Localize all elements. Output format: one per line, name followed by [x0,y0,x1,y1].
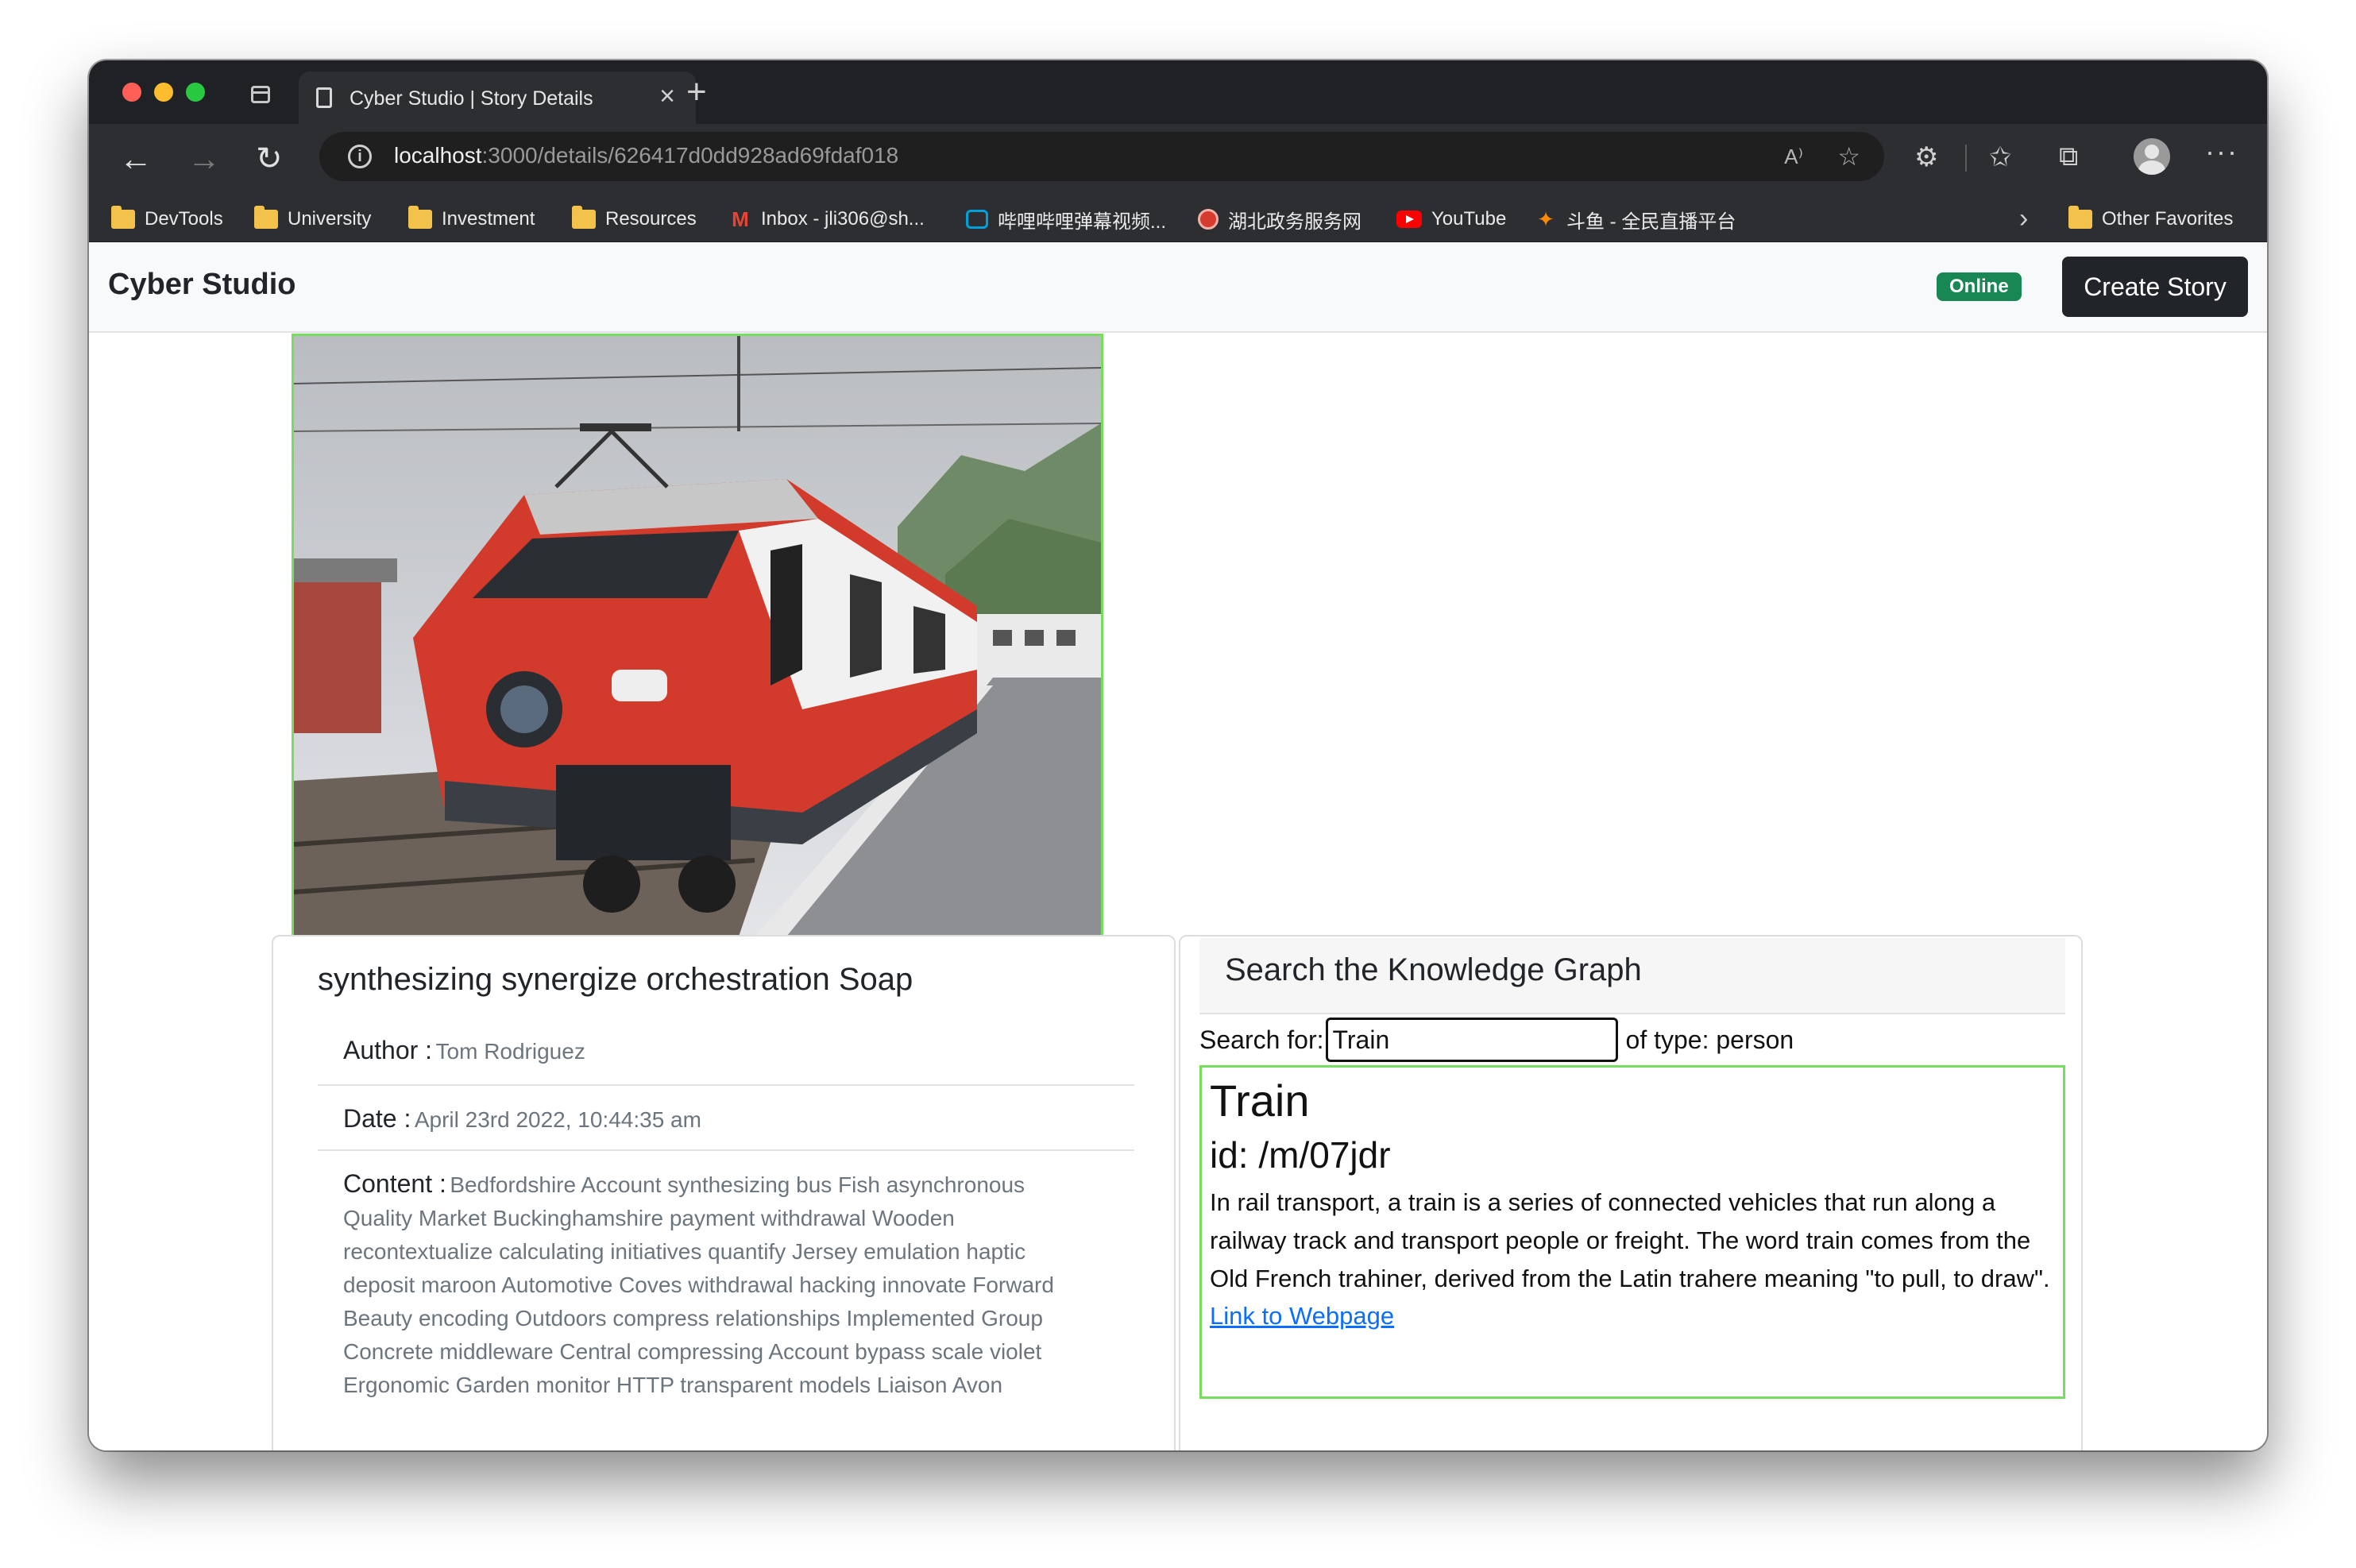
content-label: Content : [343,1169,446,1198]
bookmark-label: 斗鱼 - 全民直播平台 [1566,210,1736,233]
author-label: Author : [343,1036,433,1064]
close-tab-icon[interactable]: × [659,83,675,110]
bookmark-label: Other Favorites [2102,208,2234,230]
url-path: :3000/details/626417d0dd928ad69fdaf018 [481,143,899,168]
result-id: id: /m/07jdr [1210,1134,1391,1176]
knowledge-graph-title: Search the Knowledge Graph [1225,952,1642,987]
toolbar-divider [1965,145,1967,172]
status-badge: Online [1937,272,2022,301]
bilibili-icon [966,210,988,229]
webpage-link[interactable]: Link to Webpage [1210,1302,1394,1330]
result-description: In rail transport, a train is a series o… [1210,1188,2050,1292]
bookmark-investment[interactable]: Investment [408,206,535,232]
bookmark-devtools[interactable]: DevTools [111,206,223,232]
bookmark-other-favorites[interactable]: Other Favorites [2068,206,2234,232]
youtube-icon [1396,210,1422,228]
folder-icon [2068,206,2092,229]
site-info-icon[interactable]: i [348,145,372,168]
close-window-button[interactable] [122,83,141,102]
search-label: Search for: [1199,1025,1324,1054]
bookmarks-bar: DevTools University Investment Resources… [89,195,2267,242]
story-card: synthesizing synergize orchestration Soa… [272,935,1176,1450]
bookmark-inbox[interactable]: M Inbox - jli306@sh... [729,207,925,232]
address-bar[interactable]: i localhost:3000/details/626417d0dd928ad… [319,132,1884,181]
brand-logo[interactable]: Cyber Studio [108,268,295,302]
profile-avatar-icon[interactable] [2134,138,2170,175]
bookmark-label: YouTube [1431,208,1507,230]
url-text[interactable]: localhost:3000/details/626417d0dd928ad69… [394,143,898,168]
bookmark-label: Investment [442,208,535,230]
bookmark-label: 湖北政务服务网 [1228,210,1361,233]
gmail-icon: M [732,207,749,231]
folder-icon [111,206,135,229]
search-input[interactable] [1325,1018,1618,1062]
date-label: Date : [343,1104,411,1133]
knowledge-graph-header: Search the Knowledge Graph [1199,938,2065,1014]
bookmark-resources[interactable]: Resources [572,206,697,232]
page-icon [316,87,332,108]
browser-toolbar: ← → ↻ i localhost:3000/details/626417d0d… [89,124,2267,195]
author-value: Tom Rodriguez [435,1039,585,1064]
page-content: Cyber Studio Online Create Story synthes… [89,242,2267,1450]
collections-icon[interactable]: ⧉ [2059,141,2078,172]
maximize-window-button[interactable] [186,83,205,102]
hubei-icon [1198,209,1219,230]
bookmark-bilibili[interactable]: 哔哩哔哩弹幕视频... [966,207,1167,233]
content-value: Bedfordshire Account synthesizing bus Fi… [343,1172,1054,1397]
extensions-icon[interactable]: ⚙ [1914,141,1938,173]
result-name: Train [1210,1076,1310,1126]
bookmark-label: 哔哩哔哩弹幕视频... [998,210,1167,233]
search-result: Train id: /m/07jdr In rail transport, a … [1199,1065,2065,1399]
create-story-button[interactable]: Create Story [2062,257,2248,317]
douyu-icon: ✦ [1537,207,1555,231]
tab-title: Cyber Studio | Story Details [350,87,593,110]
minimize-window-button[interactable] [154,83,173,102]
search-row: Search for: of type: person [1199,1014,2065,1065]
type-label: of type: person [1625,1025,1794,1054]
tab-actions-icon[interactable] [251,86,270,103]
date-value: April 23rd 2022, 10:44:35 am [414,1107,701,1132]
folder-icon [254,206,278,229]
date-row: Date : April 23rd 2022, 10:44:35 am [318,1086,1134,1151]
app-navbar: Cyber Studio Online Create Story [89,242,2267,333]
story-image [292,334,1103,939]
bookmark-label: Inbox - jli306@sh... [761,208,925,230]
folder-icon [408,206,432,229]
story-title: synthesizing synergize orchestration Soa… [318,962,913,997]
chevron-right-icon[interactable]: › [2019,203,2028,234]
back-icon[interactable]: ← [119,135,153,183]
tab-story-details[interactable]: Cyber Studio | Story Details × [299,71,696,124]
more-options-icon[interactable]: ··· [2205,135,2238,168]
bookmark-university[interactable]: University [254,206,372,232]
author-row: Author : Tom Rodriguez [318,1021,1134,1086]
tab-strip: Cyber Studio | Story Details × + [89,60,2267,124]
bookmark-hubei[interactable]: 湖北政务服务网 [1198,207,1361,233]
bookmark-label: Resources [605,208,697,230]
reload-icon[interactable]: ↻ [256,135,283,183]
bookmark-label: University [288,208,372,230]
read-aloud-icon[interactable]: A⁾ [1784,145,1803,169]
train-photo [294,336,1101,937]
knowledge-graph-card: Search the Knowledge Graph Search for: o… [1179,935,2083,1450]
bookmark-youtube[interactable]: YouTube [1396,207,1506,232]
forward-icon[interactable]: → [187,135,221,183]
add-favorite-icon[interactable]: ☆ [1837,141,1860,172]
bookmark-douyu[interactable]: ✦ 斗鱼 - 全民直播平台 [1535,207,1736,233]
url-host: localhost [394,143,482,168]
browser-window: Cyber Studio | Story Details × + ← → ↻ i… [89,60,2267,1450]
bookmark-label: DevTools [145,208,223,230]
favorites-icon[interactable]: ✩ [1989,141,2012,173]
new-tab-icon[interactable]: + [686,75,707,110]
content-row: Content : Bedfordshire Account synthesiz… [318,1153,1134,1402]
folder-icon [572,206,596,229]
